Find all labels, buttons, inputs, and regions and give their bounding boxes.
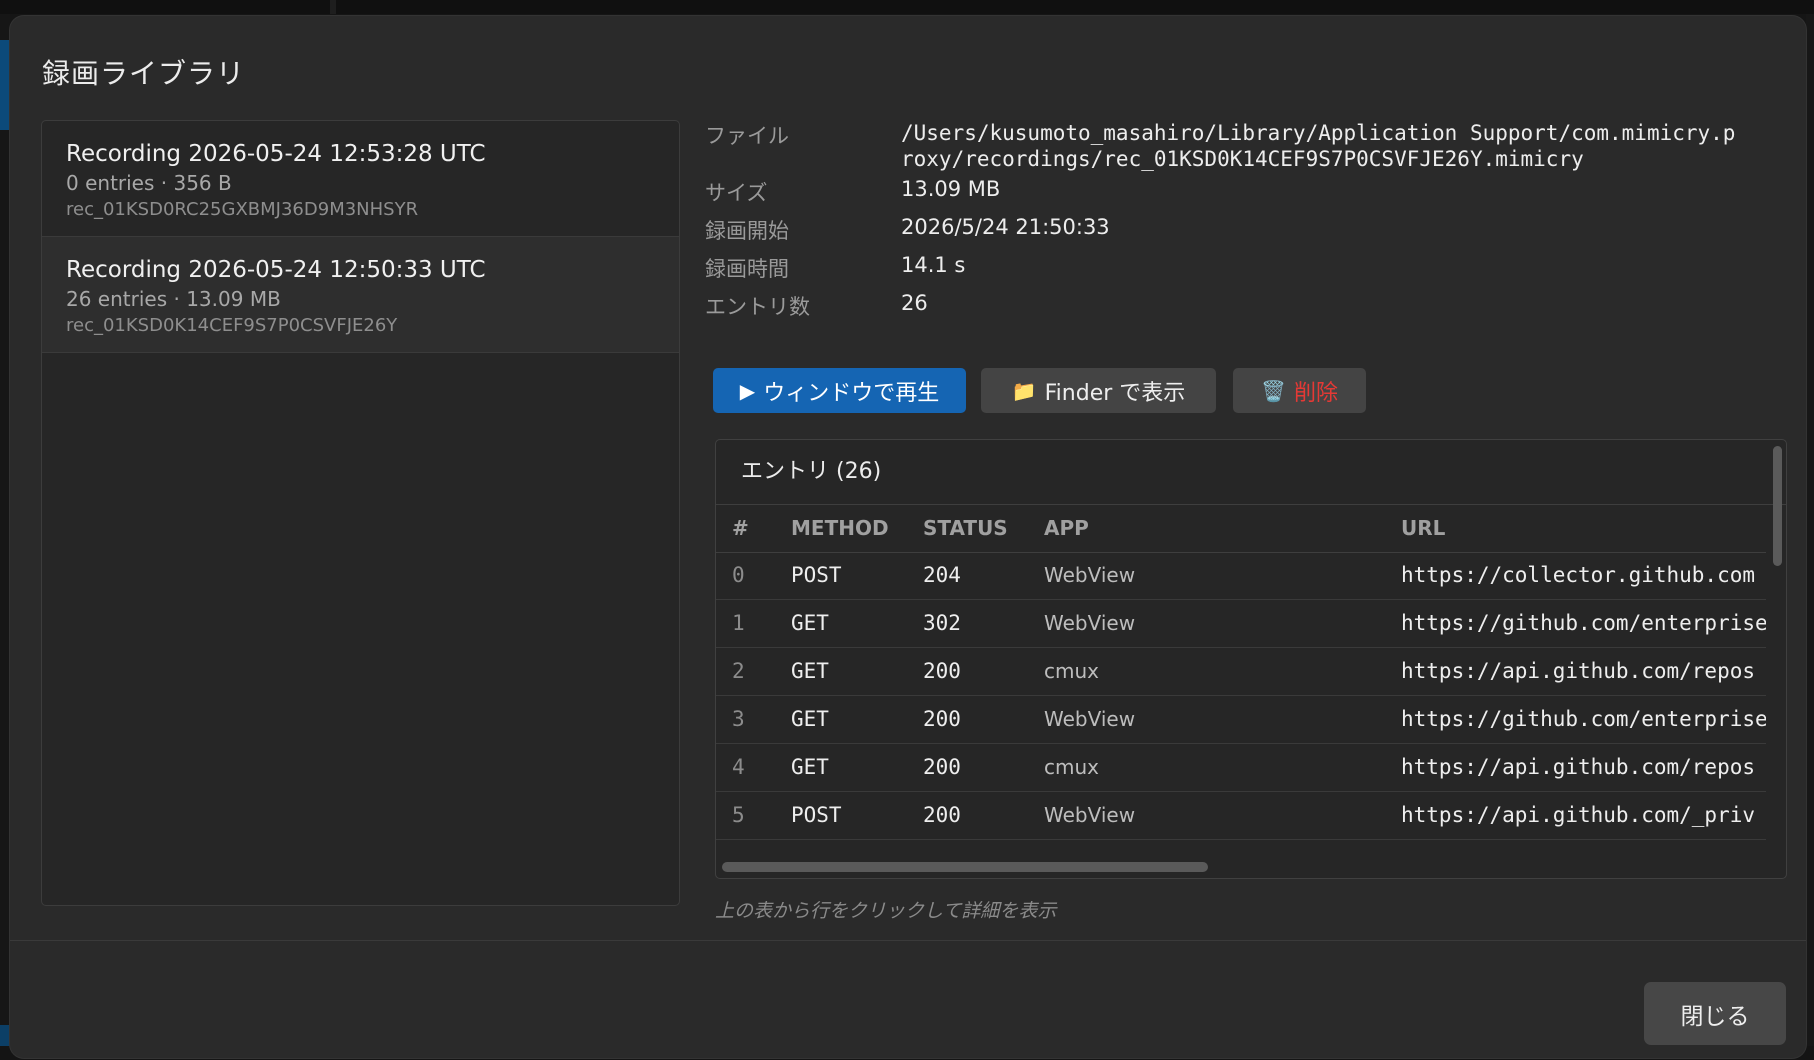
row-status: 200 [923, 803, 961, 827]
row-method: GET [791, 659, 829, 683]
recording-list-item[interactable]: Recording 2026-05-24 12:53:28 UTC 0 entr… [42, 121, 679, 237]
entries-header: エントリ (26) [716, 440, 1786, 505]
row-index: 4 [732, 755, 745, 779]
table-body: 0 POST 204 WebView https://collector.git… [716, 552, 1766, 848]
row-app: cmux [1044, 755, 1099, 779]
table-row[interactable]: 0 POST 204 WebView https://collector.git… [716, 552, 1766, 600]
close-button[interactable]: 閉じる [1644, 982, 1786, 1045]
file-path-line-2: roxy/recordings/rec_01KSD0K14CEF9S7P0CSV… [901, 147, 1584, 171]
background-app-left-edge [0, 14, 10, 1060]
row-url: https://api.github.com/repos [1401, 755, 1756, 779]
table-row[interactable]: 2 GET 200 cmux https://api.github.com/re… [716, 648, 1766, 696]
file-label: ファイル [705, 124, 789, 148]
row-method: GET [791, 611, 829, 635]
background-app-right-edge [1806, 14, 1814, 1060]
row-url: https://github.com/enterprise [1401, 611, 1766, 635]
column-index[interactable]: # [732, 516, 749, 540]
row-app: WebView [1044, 563, 1136, 587]
duration-value: 14.1 s [901, 253, 966, 277]
row-app: cmux [1044, 659, 1099, 683]
row-url: https://collector.github.com [1401, 563, 1756, 587]
recording-id: rec_01KSD0K14CEF9S7P0CSVFJE26Y [66, 315, 398, 336]
vertical-scrollbar[interactable] [1773, 446, 1782, 566]
show-in-finder-label: Finder で表示 [1044, 380, 1186, 406]
background-app-left-accent [0, 40, 10, 130]
start-label: 録画開始 [705, 219, 789, 243]
recording-meta: 0 entries · 356 B [66, 171, 232, 195]
column-app[interactable]: APP [1044, 516, 1089, 540]
delete-label: 削除 [1293, 380, 1338, 406]
column-url[interactable]: URL [1401, 516, 1445, 540]
size-value: 13.09 MB [901, 177, 1001, 201]
hint-text: 上の表から行をクリックして詳細を表示 [715, 900, 1057, 922]
row-status: 204 [923, 563, 961, 587]
entries-table-panel: エントリ (26) # METHOD STATUS APP URL 0 POST… [715, 439, 1787, 879]
row-app: WebView [1044, 611, 1136, 635]
horizontal-scrollbar[interactable] [722, 862, 1208, 872]
start-value: 2026/5/24 21:50:33 [901, 215, 1110, 239]
dialog-title: 録画ライブラリ [42, 57, 246, 90]
row-method: POST [791, 563, 842, 587]
file-path-line-1: /Users/kusumoto_masahiro/Library/Applica… [901, 121, 1736, 145]
row-app: WebView [1044, 803, 1136, 827]
row-status: 200 [923, 755, 961, 779]
row-index: 5 [732, 803, 745, 827]
play-icon: ▶ [739, 378, 756, 403]
play-in-window-label: ウィンドウで再生 [763, 380, 940, 406]
recording-meta: 26 entries · 13.09 MB [66, 287, 281, 311]
entry-count-value: 26 [901, 291, 928, 315]
row-status: 200 [923, 659, 961, 683]
table-header: # METHOD STATUS APP URL [716, 504, 1766, 553]
recording-id: rec_01KSD0RC25GXBMJ36D9M3NHSYR [66, 199, 419, 220]
row-index: 0 [732, 563, 745, 587]
row-index: 3 [732, 707, 745, 731]
row-method: POST [791, 803, 842, 827]
column-method[interactable]: METHOD [791, 516, 889, 540]
entry-count-label: エントリ数 [705, 295, 810, 319]
recording-list: Recording 2026-05-24 12:53:28 UTC 0 entr… [41, 120, 680, 906]
recording-library-dialog: 録画ライブラリ Recording 2026-05-24 12:53:28 UT… [10, 16, 1806, 1058]
table-row[interactable]: 1 GET 302 WebView https://github.com/ent… [716, 600, 1766, 648]
background-app-divider [330, 0, 336, 14]
duration-label: 録画時間 [705, 257, 789, 281]
row-url: https://api.github.com/_priv [1401, 803, 1756, 827]
row-index: 1 [732, 611, 745, 635]
row-url: https://api.github.com/repos [1401, 659, 1756, 683]
row-method: GET [791, 755, 829, 779]
row-url: https://github.com/enterprise [1401, 707, 1766, 731]
size-label: サイズ [705, 181, 768, 205]
recording-title: Recording 2026-05-24 12:53:28 UTC [66, 141, 486, 167]
footer-divider [10, 940, 1806, 941]
table-row[interactable]: 5 POST 200 WebView https://api.github.co… [716, 792, 1766, 840]
column-status[interactable]: STATUS [923, 516, 1008, 540]
row-method: GET [791, 707, 829, 731]
play-in-window-button[interactable]: ▶ ウィンドウで再生 [713, 368, 966, 413]
recording-title: Recording 2026-05-24 12:50:33 UTC [66, 257, 486, 283]
recording-list-item-selected[interactable]: Recording 2026-05-24 12:50:33 UTC 26 ent… [42, 237, 679, 353]
row-index: 2 [732, 659, 745, 683]
delete-button[interactable]: 🗑️ 削除 [1233, 368, 1366, 413]
folder-icon: 📁 [1011, 378, 1037, 403]
row-status: 302 [923, 611, 961, 635]
background-app-topbar [0, 0, 1814, 14]
row-status: 200 [923, 707, 961, 731]
row-app: WebView [1044, 707, 1136, 731]
file-path: /Users/kusumoto_masahiro/Library/Applica… [901, 120, 1781, 172]
table-row[interactable]: 4 GET 200 cmux https://api.github.com/re… [716, 744, 1766, 792]
trash-icon: 🗑️ [1261, 378, 1286, 403]
table-row[interactable]: 3 GET 200 WebView https://github.com/ent… [716, 696, 1766, 744]
show-in-finder-button[interactable]: 📁 Finder で表示 [981, 368, 1216, 413]
